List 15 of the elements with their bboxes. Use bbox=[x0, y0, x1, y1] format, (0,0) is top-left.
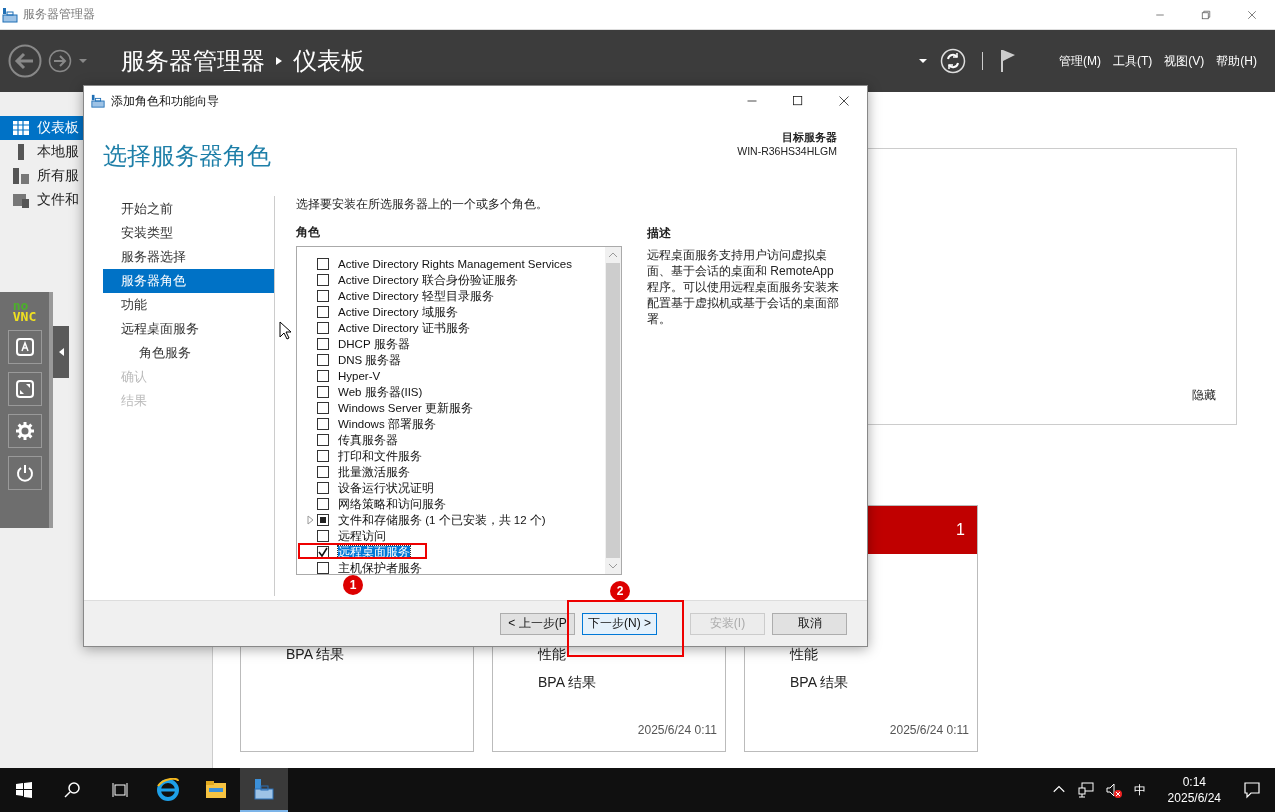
target-label: 目标服务器 bbox=[782, 131, 837, 145]
breadcrumb-item: 服务器管理器 bbox=[121, 46, 265, 77]
section-heading: 角色 bbox=[296, 225, 321, 239]
timestamp: 2025/6/24 0:11 bbox=[889, 723, 970, 739]
breadcrumb-item: 仪表板 bbox=[293, 46, 365, 77]
dialog-title: 添加角色和功能向导 bbox=[111, 92, 219, 110]
novnc-logo: no VNC bbox=[12, 300, 37, 322]
timestamp: 2025/6/24 0:11 bbox=[637, 723, 718, 739]
description-text: 远程桌面服务支持用户访问虚拟桌面、基于会话的桌面和 RemoteApp 程序。可以使用远程桌面服务安装来配置基于虚拟机或基于会话的桌面部署。 bbox=[647, 247, 840, 327]
page-heading: 选择服务器角色 bbox=[103, 141, 271, 172]
target-server: WIN-R36HS34HLGM bbox=[737, 145, 837, 157]
instruction-text: 选择要安装在所选服务器上的一个或多个角色。 bbox=[296, 197, 549, 211]
alert-count: 1 bbox=[956, 521, 965, 539]
window-title: 服务器管理器 bbox=[23, 6, 95, 23]
section-heading: 描述 bbox=[647, 226, 672, 240]
